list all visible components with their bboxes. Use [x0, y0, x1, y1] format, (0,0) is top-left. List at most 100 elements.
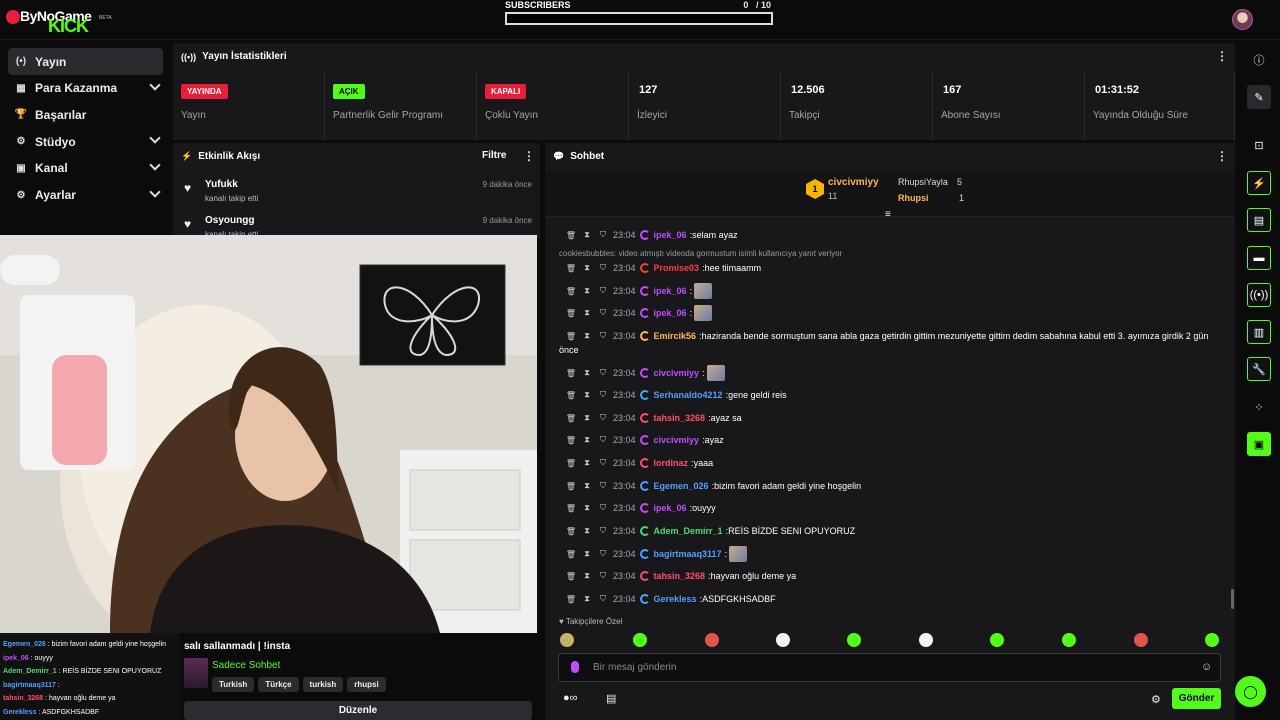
stream-tag[interactable]: turkish	[302, 677, 344, 692]
timeout-icon[interactable]: ⧗	[579, 594, 595, 604]
chat-message[interactable]: 🗑 ⧗ ⛉ 23:04 Adem_Demirr_1: REİS BİZDE SENI O…	[563, 522, 1223, 540]
timeout-icon[interactable]: ⧗	[579, 308, 595, 318]
timeout-icon[interactable]: ⧗	[579, 481, 595, 491]
timeout-icon[interactable]: ⧗	[579, 435, 595, 445]
sidebar-item[interactable]: (•) Yayın	[8, 48, 163, 75]
send-button[interactable]: Gönder	[1172, 688, 1221, 709]
sidebar-item[interactable]: 🏆 Başarılar	[8, 101, 163, 128]
emote-shortcut[interactable]	[919, 633, 933, 647]
emote-shortcut[interactable]	[705, 633, 719, 647]
timeout-icon[interactable]: ⧗	[579, 230, 595, 240]
delete-icon[interactable]: 🗑	[563, 369, 579, 378]
support-chat-icon[interactable]: ◯	[1235, 676, 1266, 707]
chat-message[interactable]: 🗑 ⧗ ⛉ 23:04 tahsin_3268: hayvan oğlu deme ya	[563, 567, 1223, 585]
user-avatar[interactable]	[1232, 9, 1253, 30]
filter-button[interactable]: Filtre	[482, 150, 506, 161]
chat-message[interactable]: 🗑 ⧗ ⛉ 23:04 ipek_06: selam ayaz	[563, 226, 1223, 244]
delete-icon[interactable]: 🗑	[563, 414, 579, 423]
ban-icon[interactable]: ⛉	[595, 413, 611, 423]
chevron-down-icon[interactable]	[149, 159, 161, 171]
ban-icon[interactable]: ⛉	[595, 308, 611, 318]
emote-image[interactable]	[706, 365, 725, 381]
document-panel-icon[interactable]: ▤	[1247, 208, 1271, 232]
ban-icon[interactable]: ⛉	[595, 263, 611, 273]
stats-menu-icon[interactable]	[1216, 49, 1228, 63]
chevron-down-icon[interactable]	[149, 79, 161, 91]
ban-icon[interactable]: ⛉	[595, 368, 611, 378]
chat-message[interactable]: 🗑 ⧗ ⛉ 23:04 ipek_06: ouyyy	[563, 499, 1223, 517]
delete-icon[interactable]: 🗑	[563, 391, 579, 400]
delete-icon[interactable]: 🗑	[563, 459, 579, 468]
message-user[interactable]: Serhanaldo4212	[654, 390, 723, 400]
chat-message[interactable]: 🗑 ⧗ ⛉ 23:04 civcivmiyy:	[563, 364, 1223, 382]
emote-image[interactable]	[729, 546, 748, 562]
timeout-icon[interactable]: ⧗	[579, 549, 595, 559]
nodes-icon[interactable]: ⁘	[1247, 395, 1271, 419]
activity-menu-icon[interactable]	[523, 149, 535, 163]
rewards-icon[interactable]: ●∞	[563, 692, 578, 704]
collapse-leaderboard-icon[interactable]: ≡	[885, 209, 891, 220]
ban-icon[interactable]: ⛉	[595, 594, 611, 604]
timeout-icon[interactable]: ⧗	[579, 390, 595, 400]
emoji-picker-icon[interactable]: ☺	[1201, 661, 1212, 673]
delete-icon[interactable]: 🗑	[563, 309, 579, 318]
stream-preview-video[interactable]	[0, 235, 537, 633]
chat-message[interactable]: 🗑 ⧗ ⛉ 23:04 ipek_06:	[563, 304, 1223, 322]
delete-icon[interactable]: 🗑	[563, 287, 579, 296]
app-icon[interactable]: ▣	[1247, 432, 1271, 456]
timeout-icon[interactable]: ⧗	[579, 263, 595, 273]
category-link[interactable]: Sadece Sohbet	[212, 660, 280, 671]
emote-shortcut[interactable]	[990, 633, 1004, 647]
message-user[interactable]: Promise03	[654, 263, 700, 273]
chevron-down-icon[interactable]	[149, 185, 161, 198]
chat-input[interactable]: Bir mesaj gönderin ☺	[558, 653, 1221, 682]
timeout-icon[interactable]: ⧗	[579, 503, 595, 513]
ban-icon[interactable]: ⛉	[595, 390, 611, 400]
delete-icon[interactable]: 🗑	[563, 550, 579, 559]
ban-icon[interactable]: ⛉	[595, 286, 611, 296]
chat-scrollbar[interactable]	[1231, 589, 1234, 609]
message-user[interactable]: Gerekless	[654, 594, 697, 604]
ban-icon[interactable]: ⛉	[595, 481, 611, 491]
chevron-down-icon[interactable]	[149, 132, 161, 144]
edit-icon[interactable]: ✎	[1247, 85, 1271, 109]
stream-tag[interactable]: rhupsi	[347, 677, 386, 692]
message-user[interactable]: ipek_06	[654, 286, 687, 296]
ban-icon[interactable]: ⛉	[595, 503, 611, 513]
message-user[interactable]: ipek_06	[654, 230, 687, 240]
emote-shortcut[interactable]	[1062, 633, 1076, 647]
sidebar-item[interactable]: ▦ Para Kazanma	[8, 75, 163, 102]
chat-message[interactable]: 🗑 ⧗ ⛉ 23:04 Promise03: hee tiimaamm	[563, 259, 1223, 277]
timeout-icon[interactable]: ⧗	[579, 368, 595, 378]
message-user[interactable]: Emircik56	[654, 331, 697, 341]
ban-icon[interactable]: ⛉	[595, 571, 611, 581]
ban-icon[interactable]: ⛉	[595, 526, 611, 536]
delete-icon[interactable]: 🗑	[563, 264, 579, 273]
timeout-icon[interactable]: ⧗	[579, 458, 595, 468]
message-user[interactable]: bagirtmaaq3117	[654, 549, 722, 559]
message-user[interactable]: ipek_06	[654, 308, 687, 318]
message-user[interactable]: tahsin_3268	[654, 413, 706, 423]
emote-shortcut[interactable]	[1205, 633, 1219, 647]
delete-icon[interactable]: 🗑	[563, 332, 579, 341]
emote-shortcut[interactable]	[633, 633, 647, 647]
ban-icon[interactable]: ⛉	[595, 549, 611, 559]
bolt-panel-icon[interactable]: ⚡	[1247, 171, 1271, 195]
ban-icon[interactable]: ⛉	[595, 230, 611, 240]
ban-icon[interactable]: ⛉	[595, 435, 611, 445]
stream-tag[interactable]: Türkçe	[258, 677, 299, 692]
wrench-panel-icon[interactable]: 🔧	[1247, 357, 1271, 381]
stream-tag[interactable]: Turkish	[212, 677, 255, 692]
delete-icon[interactable]: 🗑	[563, 504, 579, 513]
activity-item[interactable]: ♥ Yufukk kanalı takip etti 9 dakika önce	[184, 176, 534, 210]
broadcast-panel-icon[interactable]: ((•))	[1247, 283, 1271, 307]
message-user[interactable]: civcivmiyy	[654, 435, 700, 445]
sidebar-item[interactable]: ▣ Kanal	[8, 155, 163, 182]
chat-message[interactable]: 🗑 ⧗ ⛉ 23:04 Emircik56: haziranda bende sormu…	[563, 327, 1223, 345]
edit-stream-button[interactable]: Düzenle	[184, 701, 532, 720]
message-user[interactable]: Adem_Demirr_1	[654, 526, 723, 536]
delete-icon[interactable]: 🗑	[563, 572, 579, 581]
message-user[interactable]: ipek_06	[654, 503, 687, 513]
leader-second-name[interactable]: RhupsiYayla	[898, 177, 948, 187]
delete-icon[interactable]: 🗑	[563, 231, 579, 240]
